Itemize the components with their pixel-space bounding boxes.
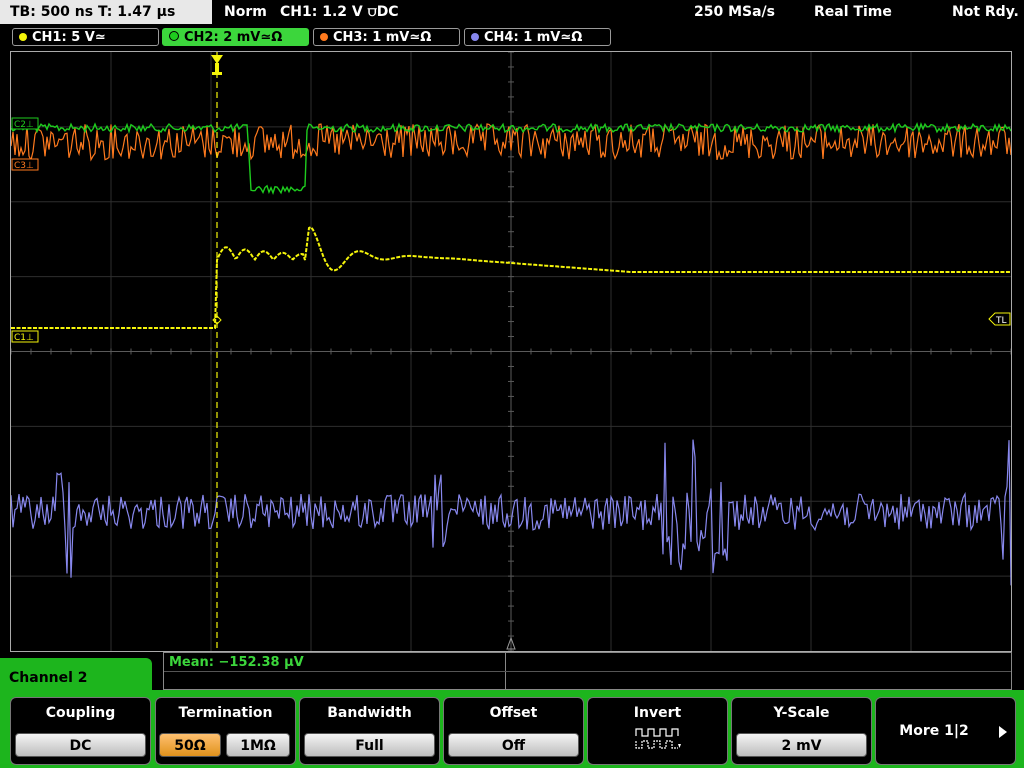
svg-text:C2⊥: C2⊥ — [14, 120, 34, 130]
ch2-dot-icon — [169, 31, 179, 41]
offset-value[interactable]: Off — [448, 733, 579, 757]
ch4-dot-icon — [471, 33, 479, 41]
bandwidth-title: Bandwidth — [327, 705, 412, 721]
tab-ch1[interactable]: CH1: 5 V≃ — [12, 28, 159, 46]
graticule-grid — [11, 52, 1011, 651]
timebase-display[interactable]: TB: 500 ns T: 1.47 µs — [0, 0, 212, 24]
coupling-value[interactable]: DC — [15, 733, 146, 757]
more-softkey[interactable]: More 1|2 — [875, 697, 1016, 765]
ch2-marker[interactable]: C2⊥ — [11, 117, 39, 130]
bandwidth-value[interactable]: Full — [304, 733, 435, 757]
termination-title: Termination — [178, 705, 273, 721]
ch3-marker[interactable]: C3⊥ — [11, 158, 39, 171]
mean-measurement: Mean: −152.38 µV — [169, 655, 304, 670]
svg-text:TL: TL — [995, 316, 1007, 326]
bandwidth-softkey[interactable]: Bandwidth Full — [299, 697, 440, 765]
ready-status: Not Rdy. — [952, 4, 1019, 20]
waveform-canvas: C2⊥ C3⊥ C1⊥ TL — [11, 52, 1011, 651]
coupling-title: Coupling — [45, 705, 116, 721]
acquisition-mode[interactable]: Real Time — [814, 0, 892, 24]
tab-ch4-label: CH4: 1 mV≃Ω — [484, 30, 583, 45]
yscale-title: Y-Scale — [773, 705, 830, 721]
tab-ch2[interactable]: CH2: 2 mV≃Ω — [162, 28, 309, 46]
tab-ch3[interactable]: CH3: 1 mV≃Ω — [313, 28, 460, 46]
svg-text:C1⊥: C1⊥ — [14, 333, 34, 343]
tab-ch3-label: CH3: 1 mV≃Ω — [333, 30, 432, 45]
status-bar: Norm CH1: 1.2 V ⩌DC 250 MSa/s Real Time … — [214, 0, 1024, 24]
ch1-marker[interactable]: C1⊥ — [11, 330, 39, 343]
ch1-dot-icon — [19, 33, 27, 41]
trigger-level-marker[interactable]: TL — [988, 312, 1011, 326]
coupling-softkey[interactable]: Coupling DC — [10, 697, 151, 765]
trigger-setting[interactable]: CH1: 1.2 V ⩌DC — [280, 0, 399, 24]
waveform-display[interactable]: C2⊥ C3⊥ C1⊥ TL — [10, 51, 1012, 652]
invert-softkey[interactable]: Invert — [587, 697, 728, 765]
tab-ch1-label: CH1: 5 V≃ — [32, 30, 106, 45]
termination-softkey[interactable]: Termination 50Ω 1MΩ — [155, 697, 296, 765]
termination-1mohm-option[interactable]: 1MΩ — [226, 733, 290, 757]
more-label: More 1|2 — [899, 723, 969, 739]
ch3-dot-icon — [320, 33, 328, 41]
offset-softkey[interactable]: Offset Off — [443, 697, 584, 765]
trigger-position-icon[interactable] — [211, 55, 223, 75]
channel-panel-title: Channel 2 — [9, 670, 88, 686]
tab-ch4[interactable]: CH4: 1 mV≃Ω — [464, 28, 611, 46]
next-page-arrow-icon — [999, 726, 1007, 738]
invert-title: Invert — [633, 705, 682, 721]
termination-50ohm-option[interactable]: 50Ω — [159, 733, 221, 757]
offset-title: Offset — [489, 705, 538, 721]
sample-rate: 250 MSa/s — [694, 4, 776, 20]
trigger-mode[interactable]: Norm — [224, 0, 267, 24]
invert-waveform-icon — [635, 728, 681, 749]
svg-text:C3⊥: C3⊥ — [14, 161, 34, 171]
yscale-value[interactable]: 2 mV — [736, 733, 867, 757]
tab-ch2-label: CH2: 2 mV≃Ω — [184, 30, 283, 45]
yscale-softkey[interactable]: Y-Scale 2 mV — [731, 697, 872, 765]
